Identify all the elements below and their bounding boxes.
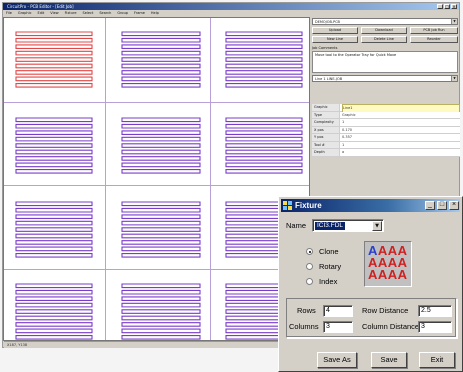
divider [312, 84, 458, 88]
save-as-button[interactable]: Save As [317, 352, 357, 368]
chevron-down-icon[interactable]: ▼ [451, 76, 457, 81]
menu-graphic[interactable]: Graphic [18, 10, 32, 16]
index-label: Index [319, 277, 338, 286]
column-distance-label: Column Distance [362, 322, 420, 331]
property-value[interactable]: 1 [342, 119, 344, 126]
menu-frame[interactable]: Frame [134, 10, 145, 16]
property-value[interactable]: 0.170 [342, 127, 352, 134]
fixture-trace [15, 31, 93, 88]
rotary-radio[interactable] [306, 263, 313, 270]
rotary-label: Rotary [319, 262, 342, 271]
index-radio[interactable] [306, 278, 313, 285]
window-controls: _ □ × [437, 4, 457, 9]
fixture-trace [15, 283, 93, 340]
name-value: ICI3.FDL [315, 222, 346, 230]
minimize-button[interactable]: _ [425, 201, 435, 210]
fixture-trace [121, 201, 201, 258]
fixture-trace [121, 117, 201, 174]
dialog-titlebar: Fixture _ □ × [281, 199, 460, 212]
layout-group: Rows 4 Row Distance 2.5 Columns 3 Column… [286, 298, 457, 338]
minimize-button[interactable]: _ [437, 4, 443, 9]
property-row[interactable]: Complexity 1 [312, 119, 460, 127]
property-value[interactable]: 0.357 [342, 134, 352, 141]
chevron-down-icon[interactable]: ▼ [451, 19, 457, 24]
menu-edit[interactable]: Edit [38, 10, 45, 16]
fixture-app-icon [283, 201, 292, 210]
download-button[interactable]: Download [361, 27, 407, 34]
menu-view[interactable]: View [50, 10, 58, 16]
close-button[interactable]: × [449, 201, 459, 210]
fixture-trace [121, 283, 201, 340]
property-row[interactable]: Depth a [312, 149, 460, 157]
maximize-button[interactable]: □ [437, 201, 447, 210]
clone-label: Clone [319, 247, 339, 256]
menu-help[interactable]: Help [151, 10, 159, 16]
drawing-canvas[interactable] [3, 17, 310, 341]
row-distance-input[interactable]: 2.5 [418, 305, 452, 317]
menu-select[interactable]: Select [83, 10, 94, 16]
property-value[interactable]: 1 [342, 142, 344, 149]
columns-input[interactable]: 3 [323, 321, 353, 333]
fixture-trace [15, 201, 93, 258]
property-key: Tool # [312, 141, 340, 148]
pcb-job-run-button[interactable]: PCB Job Run [410, 27, 458, 34]
property-key: Graphic [312, 104, 340, 111]
property-row[interactable]: Graphic Line1 [312, 104, 460, 113]
delete-line-button[interactable]: Delete Line [361, 36, 407, 43]
fixture-trace [225, 31, 303, 88]
clone-radio[interactable] [306, 248, 313, 255]
fixture-dialog: Fixture _ □ × Name ICI3.FDL ▼ Clone Rota… [278, 196, 463, 372]
property-row[interactable]: Y pos 0.357 [312, 134, 460, 142]
fixture-trace [15, 117, 93, 174]
reorder-button[interactable]: Reorder [410, 36, 458, 43]
fixture-trace [225, 117, 303, 174]
upload-button[interactable]: Upload [312, 27, 358, 34]
menu-group[interactable]: Group [117, 10, 128, 16]
dialog-title: Fixture [295, 201, 322, 210]
new-line-button[interactable]: New Line [312, 36, 358, 43]
property-grid: Graphic Line1 Type Graphic Complexity 1 … [312, 104, 460, 157]
save-button[interactable]: Save [371, 352, 407, 368]
chevron-down-icon[interactable]: ▼ [372, 221, 382, 231]
name-label: Name [286, 221, 307, 230]
window-titlebar: CircuitPro - PCB Editor - [Edit Job] _ □… [3, 3, 459, 10]
property-key: Depth [312, 149, 340, 156]
job-select[interactable]: DEMOJOB.PCB ▼ [312, 18, 458, 25]
property-row[interactable]: Tool # 1 [312, 141, 460, 149]
line-select-value: Line 1 LINE-JOB [315, 77, 343, 81]
menu-fixture[interactable]: Fixture [65, 10, 77, 16]
menu-file[interactable]: File [6, 10, 12, 16]
screen: CircuitPro - PCB Editor - [Edit Job] _ □… [0, 0, 463, 372]
status-text: X187, Y138 [7, 343, 28, 347]
window-title: CircuitPro - PCB Editor - [Edit Job] [7, 4, 74, 9]
property-key: Complexity [312, 119, 340, 126]
column-distance-input[interactable]: 3 [418, 321, 452, 333]
menu-bar: File Graphic Edit View Fixture Select Se… [3, 10, 459, 16]
property-key: Type [312, 111, 340, 118]
maximize-button[interactable]: □ [444, 4, 450, 9]
row-distance-label: Row Distance [362, 306, 409, 315]
rows-label: Rows [297, 306, 316, 315]
comments-box[interactable]: Move tool to the Operator Tray for Quick… [312, 51, 458, 73]
rows-input[interactable]: 4 [323, 305, 353, 317]
exit-button[interactable]: Exit [419, 352, 455, 368]
property-key: X pos [312, 126, 340, 133]
job-select-value: DEMOJOB.PCB [315, 20, 340, 24]
property-row[interactable]: Type Graphic [312, 111, 460, 119]
menu-search[interactable]: Search [99, 10, 111, 16]
property-row[interactable]: X pos 0.170 [312, 126, 460, 134]
line-select[interactable]: Line 1 LINE-JOB ▼ [312, 75, 458, 82]
close-button[interactable]: × [451, 4, 457, 9]
fixture-trace [121, 31, 201, 88]
property-value[interactable]: Graphic [342, 112, 356, 119]
property-value[interactable]: a [342, 149, 344, 156]
fixture-pattern [15, 31, 303, 340]
property-key: Y pos [312, 134, 340, 141]
preview-row: AAAA [368, 267, 408, 282]
columns-label: Columns [289, 322, 319, 331]
name-select[interactable]: ICI3.FDL ▼ [312, 219, 384, 232]
fixture-preview: AAAA AAAA AAAA [364, 241, 412, 287]
